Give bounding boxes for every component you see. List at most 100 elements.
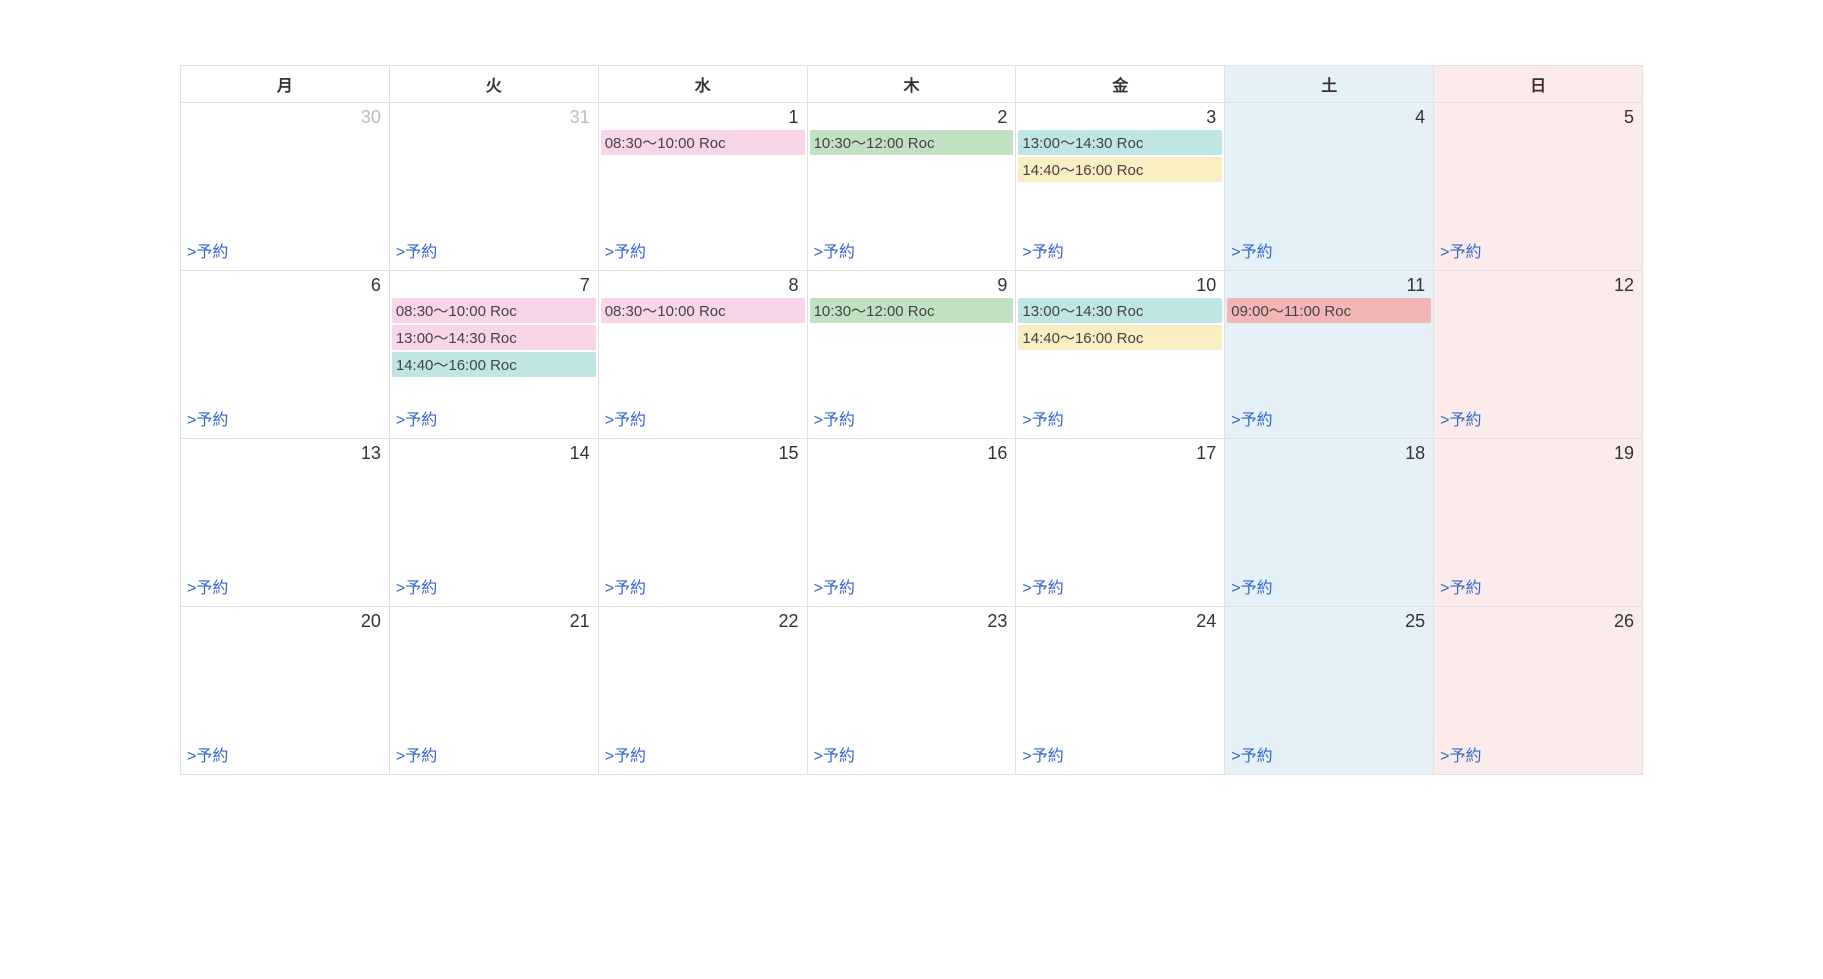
reserve-link[interactable]: >予約	[181, 400, 389, 438]
weekday-header: 月	[181, 66, 390, 103]
day-cell: 16 >予約	[808, 439, 1017, 607]
day-number: 3	[1016, 103, 1224, 130]
day-number: 26	[1434, 607, 1642, 634]
day-number: 4	[1225, 103, 1433, 130]
day-number: 10	[1016, 271, 1224, 298]
events-container: 13:00～14:30 Roc14:40～16:00 Roc	[1016, 298, 1224, 350]
day-cell: 14 >予約	[390, 439, 599, 607]
day-cell: 19 >予約	[1434, 439, 1643, 607]
reserve-link[interactable]: >予約	[808, 568, 1016, 606]
reserve-link[interactable]: >予約	[599, 400, 807, 438]
events-container: 09:00～11:00 Roc	[1225, 298, 1433, 323]
reserve-link[interactable]: >予約	[808, 232, 1016, 270]
calendar-event[interactable]: 09:00～11:00 Roc	[1227, 298, 1431, 323]
day-cell: 1013:00～14:30 Roc14:40～16:00 Roc >予約	[1016, 271, 1225, 439]
day-cell: 21 >予約	[390, 607, 599, 775]
reserve-link[interactable]: >予約	[1016, 232, 1224, 270]
day-cell: 6 >予約	[181, 271, 390, 439]
day-cell: 30 >予約	[181, 103, 390, 271]
reserve-link[interactable]: >予約	[599, 232, 807, 270]
weekday-header: 木	[808, 66, 1017, 103]
reserve-link[interactable]: >予約	[390, 568, 598, 606]
day-number: 30	[181, 103, 389, 130]
day-number: 16	[808, 439, 1016, 466]
day-number: 6	[181, 271, 389, 298]
reserve-link[interactable]: >予約	[1225, 568, 1433, 606]
weekday-header: 日	[1434, 66, 1643, 103]
day-number: 21	[390, 607, 598, 634]
day-number: 1	[599, 103, 807, 130]
day-cell: 910:30～12:00 Roc >予約	[808, 271, 1017, 439]
calendar-event[interactable]: 14:40～16:00 Roc	[1018, 157, 1222, 182]
day-cell: 808:30～10:00 Roc>予約	[599, 271, 808, 439]
reserve-link[interactable]: >予約	[390, 400, 598, 438]
day-number: 15	[599, 439, 807, 466]
events-container: 08:30～10:00 Roc	[599, 130, 807, 155]
reserve-link[interactable]: >予約	[1434, 736, 1642, 774]
reserve-link[interactable]: >予約	[1225, 736, 1433, 774]
day-number: 5	[1434, 103, 1642, 130]
reserve-link[interactable]: >予約	[599, 736, 807, 774]
day-cell: 26 >予約	[1434, 607, 1643, 775]
day-number: 13	[181, 439, 389, 466]
events-container: 10:30～12:00 Roc	[808, 130, 1016, 155]
day-cell: 12 >予約	[1434, 271, 1643, 439]
day-number: 18	[1225, 439, 1433, 466]
reserve-link[interactable]: >予約	[1434, 232, 1642, 270]
day-number: 19	[1434, 439, 1642, 466]
reserve-link[interactable]: >予約	[1225, 400, 1433, 438]
day-cell: 15 >予約	[599, 439, 808, 607]
day-number: 12	[1434, 271, 1642, 298]
day-cell: 13 >予約	[181, 439, 390, 607]
calendar-event[interactable]: 14:40～16:00 Roc	[392, 352, 596, 377]
day-cell: 5 >予約	[1434, 103, 1643, 271]
calendar-event[interactable]: 13:00～14:30 Roc	[1018, 298, 1222, 323]
events-container: 13:00～14:30 Roc14:40～16:00 Roc	[1016, 130, 1224, 182]
weekday-header: 土	[1225, 66, 1434, 103]
day-number: 24	[1016, 607, 1224, 634]
day-number: 25	[1225, 607, 1433, 634]
reserve-link[interactable]: >予約	[390, 232, 598, 270]
events-container: 08:30～10:00 Roc13:00～14:30 Roc14:40～16:0…	[390, 298, 598, 377]
weekday-header: 水	[599, 66, 808, 103]
day-number: 31	[390, 103, 598, 130]
calendar-event[interactable]: 08:30～10:00 Roc	[601, 130, 805, 155]
reserve-link[interactable]: >予約	[1225, 232, 1433, 270]
calendar-event[interactable]: 10:30～12:00 Roc	[810, 130, 1014, 155]
reserve-link[interactable]: >予約	[599, 568, 807, 606]
day-number: 20	[181, 607, 389, 634]
calendar-event[interactable]: 10:30～12:00 Roc	[810, 298, 1014, 323]
reserve-link[interactable]: >予約	[181, 568, 389, 606]
day-number: 11	[1225, 271, 1433, 298]
reserve-link[interactable]: >予約	[390, 736, 598, 774]
day-number: 7	[390, 271, 598, 298]
reserve-link[interactable]: >予約	[808, 400, 1016, 438]
day-cell: 23 >予約	[808, 607, 1017, 775]
calendar-event[interactable]: 13:00～14:30 Roc	[392, 325, 596, 350]
day-cell: 22>予約	[599, 607, 808, 775]
day-cell: 4 >予約	[1225, 103, 1434, 271]
calendar-event[interactable]: 08:30～10:00 Roc	[601, 298, 805, 323]
day-number: 23	[808, 607, 1016, 634]
day-cell: 313:00～14:30 Roc14:40～16:00 Roc >予約	[1016, 103, 1225, 271]
day-number: 17	[1016, 439, 1224, 466]
weekday-header: 金	[1016, 66, 1225, 103]
day-number: 14	[390, 439, 598, 466]
day-cell: 1109:00～11:00 Roc >予約	[1225, 271, 1434, 439]
reserve-link[interactable]: >予約	[808, 736, 1016, 774]
reserve-link[interactable]: >予約	[1016, 568, 1224, 606]
calendar-event[interactable]: 14:40～16:00 Roc	[1018, 325, 1222, 350]
reserve-link[interactable]: >予約	[1016, 736, 1224, 774]
calendar-grid: 月火水木金土日30>予約31>予約108:30～10:00 Roc>予約210:…	[180, 65, 1643, 775]
reserve-link[interactable]: >予約	[1434, 400, 1642, 438]
reserve-link[interactable]: >予約	[1434, 568, 1642, 606]
day-cell: 31 >予約	[390, 103, 599, 271]
reserve-link[interactable]: >予約	[181, 232, 389, 270]
reserve-link[interactable]: >予約	[1016, 400, 1224, 438]
events-container: 08:30～10:00 Roc	[599, 298, 807, 323]
day-cell: 708:30～10:00 Roc13:00～14:30 Roc14:40～16:…	[390, 271, 599, 439]
calendar-event[interactable]: 13:00～14:30 Roc	[1018, 130, 1222, 155]
reserve-link[interactable]: >予約	[181, 736, 389, 774]
day-number: 9	[808, 271, 1016, 298]
calendar-event[interactable]: 08:30～10:00 Roc	[392, 298, 596, 323]
